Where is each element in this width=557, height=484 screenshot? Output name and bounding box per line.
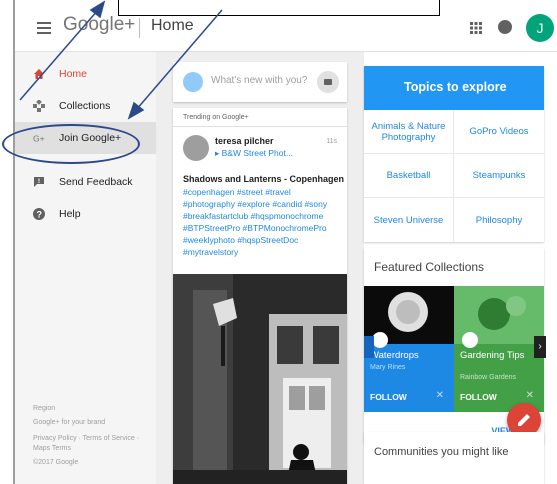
topic-item[interactable]: Steampunks [454, 154, 544, 198]
post-hashtags[interactable]: #copenhagen #street #travel #photography… [183, 186, 345, 258]
post-collection-link[interactable]: ▸ B&W Street Phot... [215, 148, 293, 159]
collection-card-gardening[interactable]: Gardening Tips Rainbow Gardens FOLLOW ✕ [454, 286, 544, 412]
post-timestamp: 11s [326, 138, 337, 145]
post-author[interactable]: teresa pilcher [215, 136, 274, 146]
topic-item[interactable]: Philosophy [454, 198, 544, 242]
dismiss-icon[interactable]: ✕ [526, 390, 534, 401]
communities-title: Communities you might like [374, 446, 509, 458]
topic-item[interactable]: Basketball [364, 154, 454, 198]
dismiss-icon[interactable]: ✕ [436, 390, 444, 401]
sidebar-item-home[interactable]: Home [15, 58, 156, 90]
topic-item[interactable]: Animals & Nature Photography [364, 110, 454, 154]
divider [173, 126, 347, 127]
sidebar-item-label: Home [59, 68, 88, 80]
annotation-ellipse [2, 124, 140, 164]
carousel-next-icon[interactable]: › [534, 336, 546, 358]
featured-title: Featured Collections [374, 260, 485, 274]
topics-title: Topics to explore [404, 80, 507, 94]
page-title: Home [151, 17, 194, 34]
sidebar-item-label: Send Feedback [59, 176, 133, 188]
footer-brand[interactable]: Google+ for your brand [33, 418, 105, 428]
footer-maps-terms[interactable]: Maps Terms [33, 444, 71, 454]
post-card: Trending on Google+ teresa pilcher ▸ B&W… [173, 108, 347, 484]
collection-card-body: Waterdrops Mary Rines FOLLOW ✕ [364, 344, 454, 412]
footer-policy[interactable]: Privacy Policy · Terms of Service · [33, 434, 139, 444]
topics-card: Topics to explore Animals & Nature Photo… [364, 66, 544, 242]
sidebar-item-label: Collections [59, 100, 111, 112]
post-composer[interactable]: What's new with you? [173, 62, 347, 102]
collection-name[interactable]: Gardening Tips [460, 350, 524, 361]
collection-owner-avatar [462, 332, 478, 348]
svg-text:?: ? [37, 210, 43, 220]
topics-header: Topics to explore [364, 66, 544, 110]
follow-button[interactable]: FOLLOW [370, 392, 407, 402]
help-icon: ? [33, 208, 45, 220]
feedback-icon [34, 177, 44, 187]
collection-card-waterdrops[interactable]: Waterdrops Mary Rines FOLLOW ✕ [364, 286, 454, 412]
left-margin [0, 0, 14, 484]
collection-owner-avatar [372, 332, 388, 348]
camera-icon[interactable] [317, 71, 339, 93]
topic-item[interactable]: Steven Universe [364, 198, 454, 242]
account-avatar[interactable]: J [526, 14, 554, 42]
author-avatar[interactable] [183, 135, 209, 161]
topic-item[interactable]: GoPro Videos [454, 110, 544, 154]
sidebar-item-help[interactable]: ? Help [15, 198, 156, 230]
collection-owner: Rainbow Gardens [460, 374, 517, 381]
composer-avatar [183, 72, 203, 92]
post-photo[interactable] [173, 274, 347, 484]
composer-placeholder[interactable]: What's new with you? [211, 75, 307, 86]
follow-button[interactable]: FOLLOW [460, 392, 497, 402]
apps-grid-icon[interactable] [470, 22, 482, 34]
collections-icon [33, 100, 45, 112]
street-photo-image [173, 274, 347, 484]
communities-card: Communities you might like [364, 432, 544, 484]
footer-region[interactable]: Region [33, 404, 55, 414]
collection-owner: Mary Rines [370, 364, 406, 371]
sidebar: Home Collections G+ Join Google+ Send Fe… [15, 52, 156, 484]
stream-column: What's new with you? Trending on Google+… [156, 52, 364, 484]
sidebar-item-feedback[interactable]: Send Feedback [15, 166, 156, 198]
post-title: Shadows and Lanterns - Copenhagen [183, 174, 345, 184]
notifications-icon[interactable] [498, 20, 512, 34]
sidebar-item-collections[interactable]: Collections [15, 90, 156, 122]
header-divider [139, 18, 140, 38]
sidebar-item-label: Help [59, 208, 81, 220]
google-plus-logo[interactable]: Google+ [63, 14, 135, 36]
collection-name[interactable]: Waterdrops [370, 350, 419, 361]
hamburger-menu-icon[interactable] [37, 22, 51, 34]
home-icon [34, 69, 44, 79]
trending-label: Trending on Google+ [183, 114, 249, 121]
collection-card-body: Gardening Tips Rainbow Gardens FOLLOW ✕ [454, 344, 544, 412]
carousel-prev-icon[interactable] [364, 336, 374, 358]
footer-copyright: ©2017 Google [33, 459, 79, 466]
annotation-box [118, 0, 440, 16]
